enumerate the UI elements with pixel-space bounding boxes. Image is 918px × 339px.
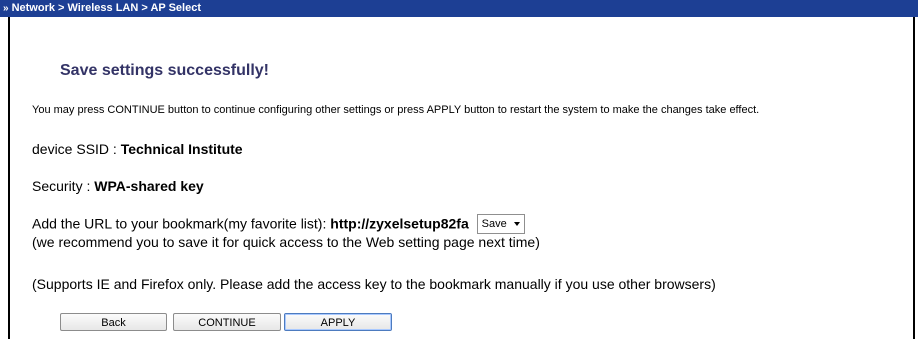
bookmark-url: http://zyxelsetup82fa — [330, 215, 469, 232]
save-select[interactable]: Save — [476, 214, 525, 234]
ssid-value: Technical Institute — [120, 141, 243, 157]
bookmark-row: Add the URL to your bookmark(my favorite… — [32, 214, 525, 235]
router-page: » Network > Wireless LAN > AP Select Save… — [0, 0, 918, 339]
right-border — [913, 17, 915, 339]
recommend-text: (we recommend you to save it for quick a… — [32, 234, 540, 250]
save-select-value: Save — [481, 218, 507, 230]
ssid-label: device SSID : — [32, 141, 121, 157]
security-row: Security : WPA-shared key — [32, 178, 204, 194]
double-chevron-right-icon: » — [3, 3, 9, 14]
apply-button[interactable]: APPLY — [284, 313, 392, 331]
security-label: Security : — [32, 178, 95, 194]
back-button[interactable]: Back — [60, 313, 167, 331]
continue-button[interactable]: CONTINUE — [173, 313, 281, 331]
main-content: Save settings successfully! You may pres… — [10, 17, 913, 339]
breadcrumb-path: Network > Wireless LAN > AP Select — [11, 2, 201, 14]
breadcrumb: » Network > Wireless LAN > AP Select — [0, 0, 918, 17]
chevron-down-icon — [513, 222, 520, 227]
support-text: (Supports IE and Firefox only. Please ad… — [32, 276, 716, 292]
bookmark-label: Add the URL to your bookmark(my favorite… — [32, 215, 331, 232]
ssid-row: device SSID : Technical Institute — [32, 141, 243, 157]
security-value: WPA-shared key — [94, 178, 204, 194]
page-title: Save settings successfully! — [60, 62, 269, 79]
instruction-text: You may press CONTINUE button to continu… — [32, 104, 760, 116]
